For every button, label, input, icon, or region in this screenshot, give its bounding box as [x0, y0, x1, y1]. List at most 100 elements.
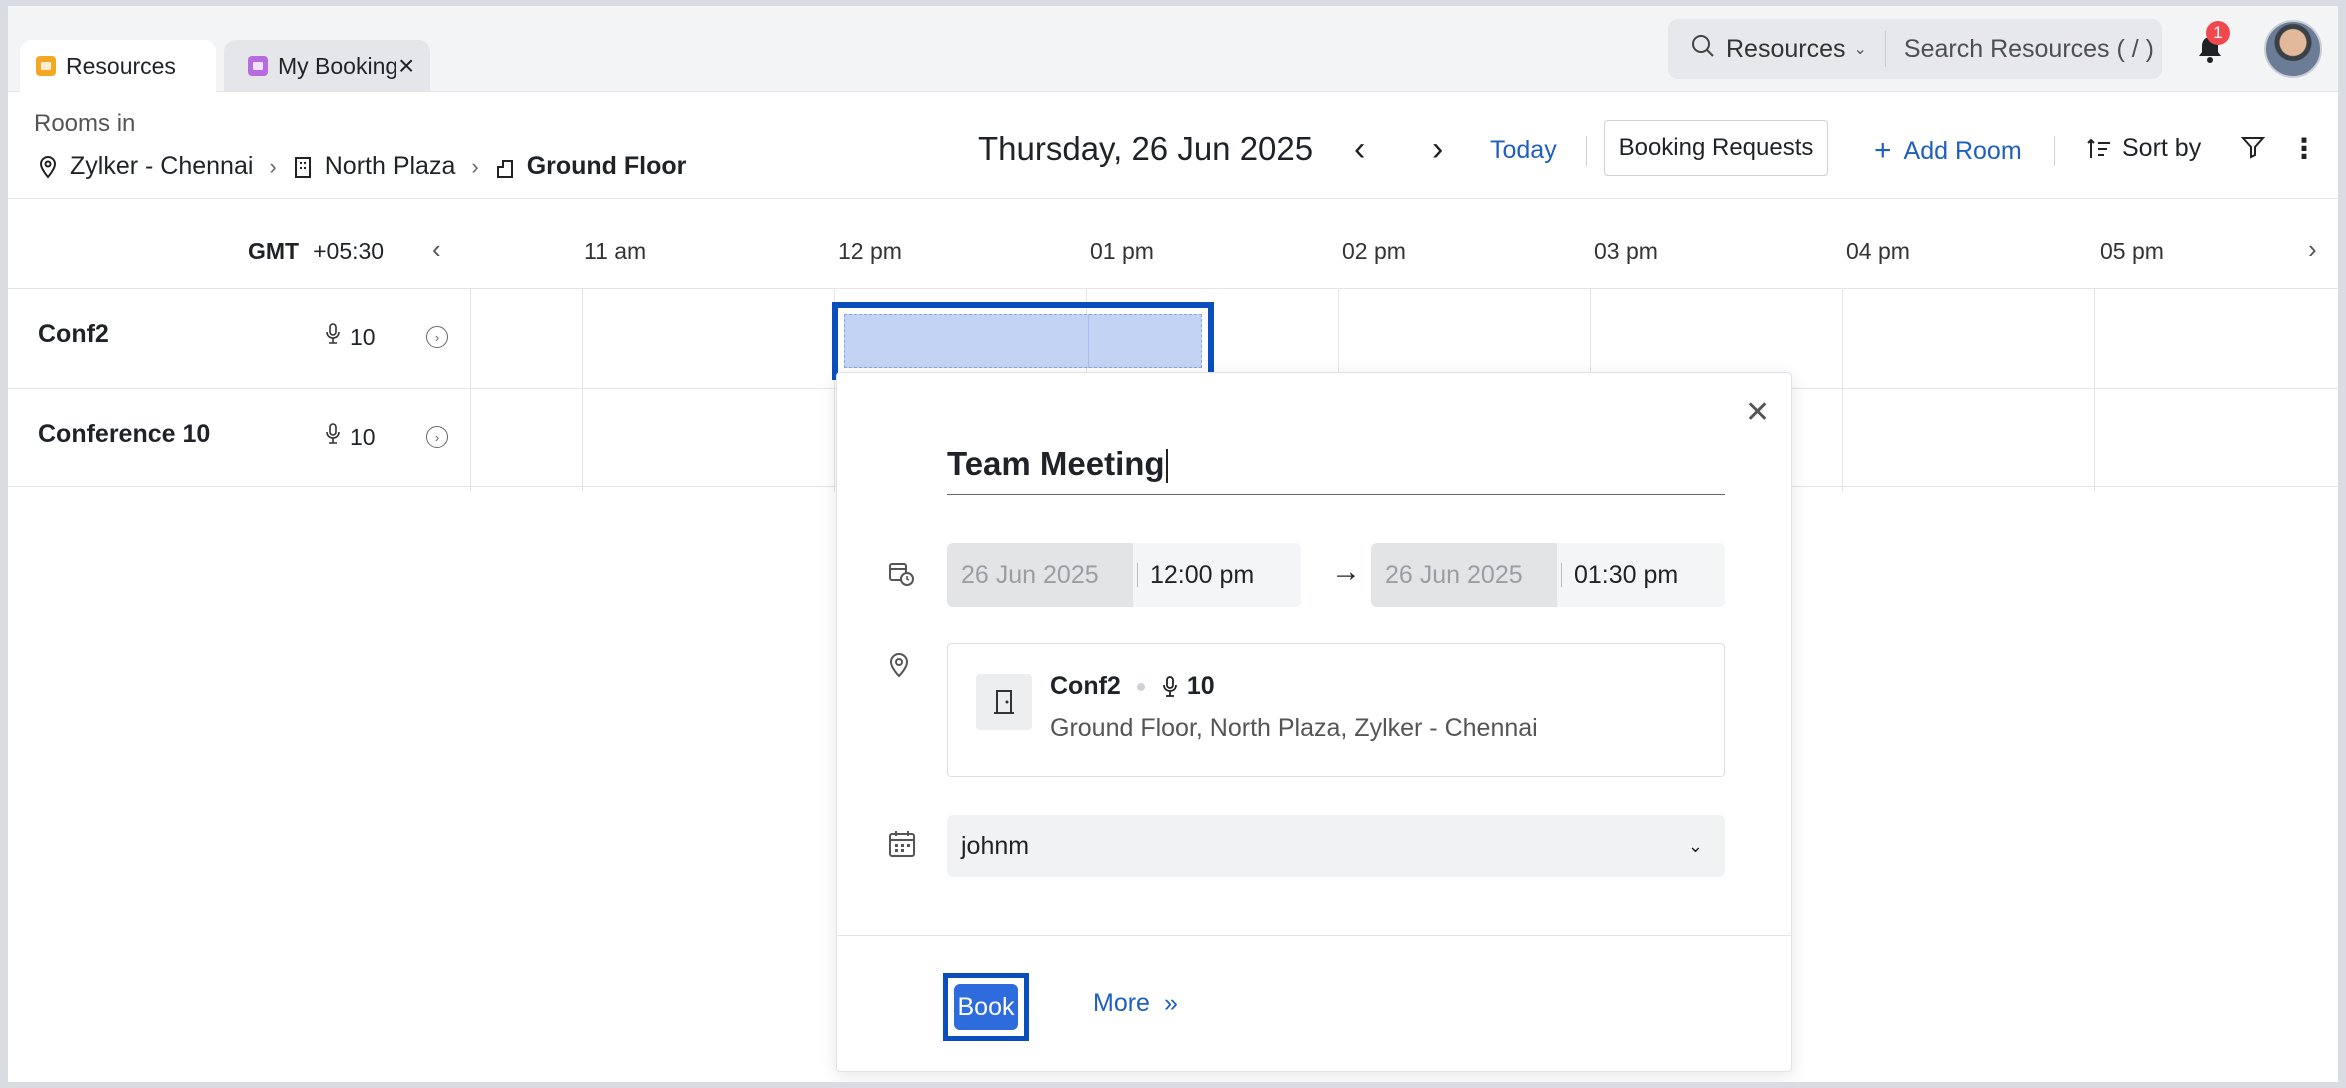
timeline-next-button[interactable]: ›	[2308, 234, 2317, 265]
date-title: Thursday, 26 Jun 2025	[978, 130, 1314, 167]
timeline-prev-button[interactable]: ‹	[432, 234, 441, 265]
more-label: More	[1093, 989, 1150, 1017]
chevron-right-icon: ›	[269, 153, 277, 179]
room-card-address: Ground Floor, North Plaza, Zylker - Chen…	[1050, 714, 1538, 742]
previous-day-button[interactable]: ‹	[1354, 130, 1365, 169]
notification-badge: 1	[2206, 21, 2230, 45]
search-icon	[1690, 33, 1716, 66]
booking-popup: ✕ Team Meeting 26 Jun 2025 12:00 pm → 26…	[836, 372, 1792, 1072]
breadcrumb-location[interactable]: Zylker - Chennai	[70, 152, 253, 181]
tab-resources[interactable]: Resources	[20, 40, 216, 92]
room-details-icon[interactable]: ›	[426, 426, 448, 448]
search-scope[interactable]: Resources	[1726, 35, 1846, 64]
chevron-right-icon: ›	[471, 153, 479, 179]
arrow-right-icon: →	[1331, 555, 1361, 588]
breadcrumb: Zylker - Chennai › North Plaza › Ground …	[38, 152, 686, 181]
plus-icon: +	[1874, 134, 1892, 167]
search-input[interactable]: Search Resources ( / )	[1904, 35, 2154, 64]
room-card-capacity: 10	[1161, 672, 1215, 701]
location-pin-icon	[887, 651, 911, 684]
grid-line	[470, 288, 471, 492]
today-button[interactable]: Today	[1490, 136, 1557, 165]
sort-by-label: Sort by	[2122, 134, 2202, 162]
next-day-button[interactable]: ›	[1432, 130, 1443, 169]
hour-label: 11 am	[584, 238, 647, 264]
separator-dot	[1136, 682, 1145, 691]
start-date[interactable]: 26 Jun 2025	[947, 543, 1133, 607]
end-time[interactable]: 01:30 pm	[1574, 561, 1678, 590]
mic-icon	[324, 322, 342, 352]
room-card[interactable]: Conf2 10 Ground Floor, North Plaza, Zylk…	[947, 643, 1725, 777]
field-divider	[1137, 563, 1138, 587]
selected-time-slot[interactable]	[832, 302, 1214, 380]
booking-requests-button[interactable]: Booking Requests	[1604, 120, 1828, 176]
mic-icon	[324, 422, 342, 452]
breadcrumb-floor[interactable]: Ground Floor	[527, 152, 687, 181]
gmt-offset: +05:30	[313, 238, 385, 264]
close-icon[interactable]: ✕	[1745, 395, 1770, 430]
book-button[interactable]: Book	[954, 984, 1018, 1030]
divider	[2054, 136, 2055, 166]
search-bar[interactable]: Resources ⌄ Search Resources ( / )	[1668, 19, 2162, 79]
end-datetime-field[interactable]: 26 Jun 2025 01:30 pm	[1371, 543, 1725, 607]
calendar-icon	[887, 829, 917, 864]
end-date[interactable]: 26 Jun 2025	[1371, 543, 1557, 607]
hour-label: 01 pm	[1090, 238, 1154, 264]
capacity-value: 10	[350, 323, 376, 350]
meeting-title-value: Team Meeting	[947, 445, 1165, 482]
field-divider	[1561, 563, 1562, 587]
hour-label: 04 pm	[1846, 238, 1910, 264]
more-options-icon[interactable]: ⋮	[2290, 132, 2318, 165]
door-icon	[976, 674, 1032, 730]
text-cursor	[1165, 449, 1168, 484]
resources-app-icon	[36, 56, 56, 76]
room-card-title: Conf2 10	[1050, 672, 1215, 701]
hour-label: 12 pm	[838, 238, 902, 264]
bookings-app-icon	[248, 56, 268, 76]
hour-label: 02 pm	[1342, 238, 1406, 264]
room-capacity: 10	[324, 322, 376, 352]
top-bar: Resources My Bookings × Resources ⌄ Sear…	[8, 6, 2338, 92]
search-divider	[1884, 31, 1886, 67]
capacity-value: 10	[350, 423, 376, 450]
tab-my-bookings-label: My Bookings	[278, 52, 396, 79]
add-room-label: Add Room	[1903, 136, 2022, 165]
breadcrumb-building[interactable]: North Plaza	[325, 152, 456, 181]
tab-my-bookings[interactable]: My Bookings ×	[224, 40, 430, 92]
slot-divider	[1088, 314, 1089, 368]
start-datetime-field[interactable]: 26 Jun 2025 12:00 pm	[947, 543, 1301, 607]
mic-icon	[1161, 675, 1179, 699]
timezone-label: GMT +05:30	[248, 238, 384, 265]
chevron-down-icon[interactable]: ⌄	[1688, 836, 1703, 857]
location-pin-icon	[38, 155, 58, 179]
building-icon	[293, 155, 313, 179]
room-name[interactable]: Conference 10	[38, 420, 210, 449]
avatar[interactable]	[2264, 20, 2322, 78]
chevron-down-icon[interactable]: ⌄	[1854, 39, 1867, 59]
selected-slot-fill	[844, 314, 1202, 368]
date-time-icon	[887, 559, 917, 594]
add-room-button[interactable]: + Add Room	[1874, 134, 2022, 168]
popup-footer-divider	[837, 935, 1791, 936]
sort-icon	[2086, 137, 2112, 161]
hour-label: 05 pm	[2100, 238, 2164, 264]
sort-by-button[interactable]: Sort by	[2086, 134, 2201, 163]
grid-line	[582, 288, 583, 492]
start-time[interactable]: 12:00 pm	[1150, 561, 1254, 590]
grid-line	[8, 288, 2338, 289]
grid-line	[1842, 288, 1843, 492]
room-card-capacity-value: 10	[1186, 672, 1215, 700]
gmt-label: GMT	[248, 238, 300, 264]
rooms-in-label: Rooms in	[34, 110, 136, 137]
calendar-select[interactable]: johnm ⌄	[947, 815, 1725, 877]
divider	[1586, 136, 1587, 166]
filter-icon[interactable]	[2240, 134, 2266, 165]
meeting-title-input[interactable]: Team Meeting	[947, 445, 1725, 495]
hour-label: 03 pm	[1594, 238, 1658, 264]
room-name[interactable]: Conf2	[38, 320, 109, 349]
room-details-icon[interactable]: ›	[426, 326, 448, 348]
app-window: Resources My Bookings × Resources ⌄ Sear…	[8, 6, 2338, 1082]
more-options-button[interactable]: More »	[1093, 989, 1178, 1018]
close-tab-icon[interactable]: ×	[398, 52, 414, 80]
grid-line	[2094, 288, 2095, 492]
